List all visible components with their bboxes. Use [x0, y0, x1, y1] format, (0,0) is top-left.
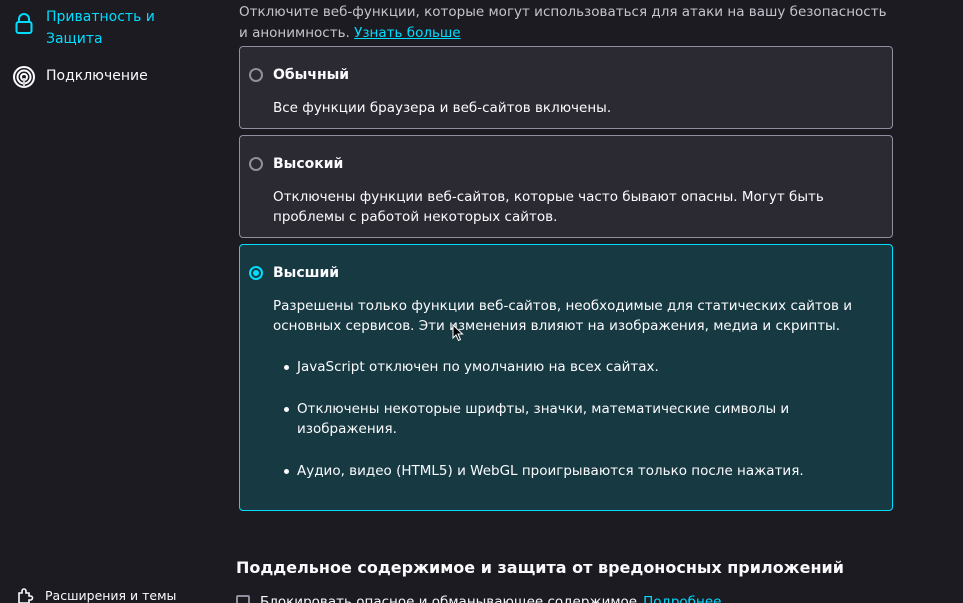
level-title: Высший: [273, 265, 340, 281]
deceptive-content-heading: Поддельное содержимое и защита от вредон…: [236, 558, 844, 577]
learn-more-link[interactable]: Узнать больше: [354, 25, 460, 41]
security-intro: Отключите веб-функции, которые могут исп…: [239, 2, 889, 44]
level-description: Разрешены только функции веб-сайтов, нео…: [273, 298, 853, 334]
radio-safer[interactable]: [249, 157, 263, 171]
level-description: Отключены функции веб-сайтов, которые ча…: [273, 189, 824, 225]
list-item: Отключены некоторые шрифты, значки, мате…: [281, 399, 851, 439]
mouse-cursor-icon: [452, 324, 464, 342]
checkbox-label: Блокировать опасное и обманывающее содер…: [260, 594, 638, 603]
puzzle-piece-icon: [16, 587, 34, 603]
restrictions-list: JavaScript отключен по умолчанию на всех…: [281, 357, 851, 503]
settings-page: Приватность и Защита Подключение Расшире…: [0, 0, 963, 603]
sidebar-item-extensions[interactable]: Расширения и темы: [16, 585, 176, 603]
list-item: Аудио, видео (HTML5) и WebGL проигрывают…: [281, 461, 851, 481]
level-title: Обычный: [273, 67, 350, 83]
list-item: JavaScript отключен по умолчанию на всех…: [281, 357, 851, 377]
sidebar-item-label: Приватность и Защита: [46, 9, 155, 47]
security-level-standard[interactable]: Обычный Все функции браузера и веб-сайто…: [239, 46, 893, 129]
security-level-safer[interactable]: Высокий Отключены функции веб-сайтов, ко…: [239, 135, 893, 238]
connection-icon: [12, 65, 36, 89]
sidebar-item-label: Подключение: [46, 68, 148, 84]
lock-icon: [12, 12, 36, 36]
block-dangerous-checkbox[interactable]: [236, 595, 250, 603]
sidebar-item-privacy[interactable]: Приватность и Защита: [12, 6, 186, 50]
security-level-safest[interactable]: Высший Разрешены только функции веб-сайт…: [239, 244, 893, 511]
level-description: Все функции браузера и веб-сайтов включе…: [273, 100, 612, 116]
intro-text: Отключите веб-функции, которые могут исп…: [239, 4, 887, 41]
sidebar-item-connection[interactable]: Подключение: [12, 65, 148, 89]
more-info-link[interactable]: Подробнее: [643, 592, 721, 603]
radio-safest[interactable]: [249, 266, 263, 280]
level-title: Высокий: [273, 156, 344, 172]
sidebar-item-label: Расширения и темы: [45, 588, 177, 603]
radio-standard[interactable]: [249, 68, 263, 82]
block-dangerous-row: Блокировать опасное и обманывающее содер…: [236, 592, 721, 603]
sidebar: Приватность и Защита Подключение Расшире…: [0, 0, 220, 603]
